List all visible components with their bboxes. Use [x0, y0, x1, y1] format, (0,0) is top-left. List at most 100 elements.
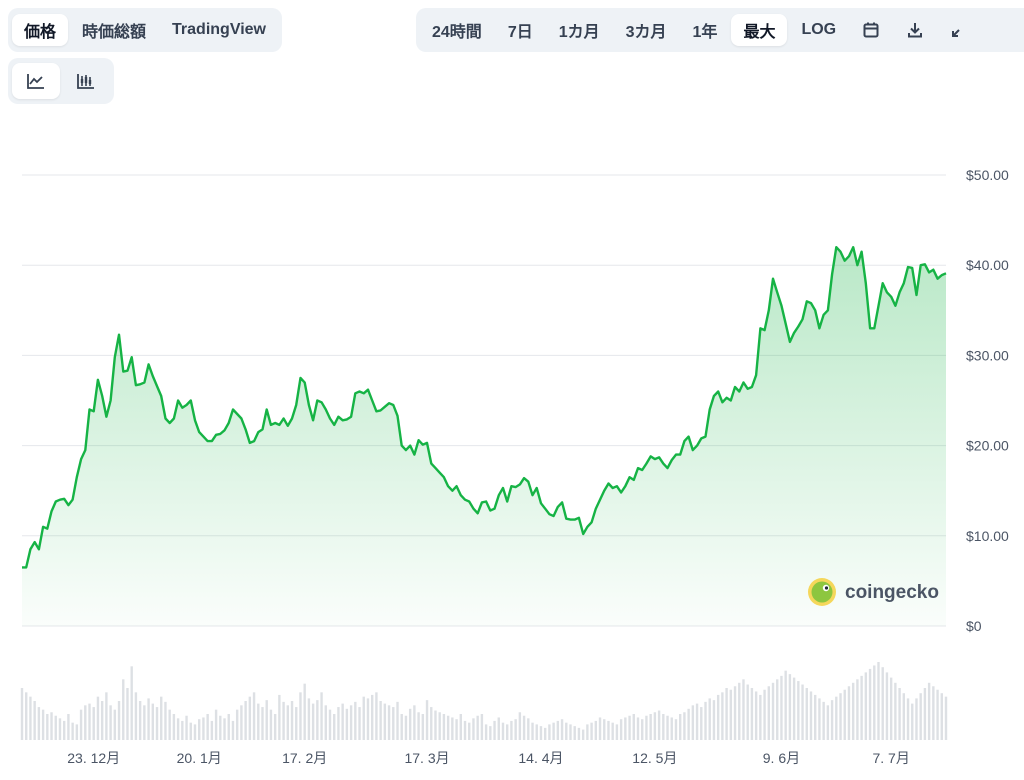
volume-bar: [88, 703, 91, 740]
volume-bar: [71, 722, 74, 740]
range-1m-button[interactable]: 1カ月: [547, 14, 612, 46]
y-tick-label: $10.00: [966, 528, 1009, 544]
range-7d-button[interactable]: 7日: [496, 14, 545, 46]
volume-bar: [877, 662, 880, 740]
volume-bar: [763, 689, 766, 740]
log-scale-button[interactable]: LOG: [789, 14, 848, 46]
volume-bar: [771, 682, 775, 740]
volume-bar: [273, 714, 277, 740]
volume-bar: [733, 686, 737, 740]
volume-bar: [484, 724, 488, 740]
tab-market-cap[interactable]: 時価総額: [70, 14, 158, 46]
volume-bar: [147, 698, 150, 740]
volume-bar: [446, 715, 450, 740]
y-tick-label: $0: [966, 618, 982, 634]
volume-bar: [459, 714, 462, 740]
volume-bar: [261, 707, 264, 740]
volume-bar: [531, 722, 534, 740]
volume-bar: [155, 707, 159, 740]
volume-bar: [898, 688, 901, 740]
volume-bar: [413, 705, 416, 740]
volume-bar: [37, 707, 41, 740]
volume-bar: [105, 692, 108, 740]
range-3m-button[interactable]: 3カ月: [614, 14, 679, 46]
price-chart: $50.00 $40.00 $30.00 $20.00 $10.00 $0 23. 12月…: [20, 167, 1009, 766]
volume-bar: [767, 686, 770, 740]
volume-bar: [889, 677, 893, 740]
volume-bar: [809, 691, 813, 740]
volume-bar: [868, 668, 872, 740]
volume-bar: [565, 722, 568, 740]
volume-bar: [387, 705, 391, 740]
volume-bar: [151, 703, 154, 740]
volume-bar: [375, 692, 378, 740]
volume-bar: [708, 698, 711, 740]
volume-bar: [442, 714, 446, 740]
volume-bar: [632, 714, 635, 740]
volume-bar: [269, 709, 273, 740]
volume-bar: [33, 701, 36, 740]
expand-button[interactable]: [938, 14, 980, 46]
volume-bar: [295, 707, 298, 740]
volume-bar: [328, 709, 332, 740]
coingecko-logo: [808, 578, 836, 606]
range-24h-button[interactable]: 24時間: [420, 14, 494, 46]
volume-bar: [130, 666, 133, 740]
volume-bar: [468, 722, 471, 740]
volume-bar: [725, 688, 728, 740]
range-max-button[interactable]: 最大: [731, 14, 788, 46]
y-axis: $50.00 $40.00 $30.00 $20.00 $10.00 $0: [966, 167, 1009, 634]
calendar-button[interactable]: [850, 14, 892, 46]
volume-bar: [113, 709, 117, 740]
volume-bar: [932, 686, 935, 740]
volume-bar: [911, 703, 914, 740]
volume-bar: [543, 727, 547, 740]
candlestick-chart-button[interactable]: [62, 63, 110, 99]
volume-bar: [822, 701, 825, 740]
volume-bar: [290, 701, 294, 740]
volume-bar: [282, 701, 285, 740]
volume-bar: [801, 684, 804, 740]
volume-bar: [776, 679, 779, 740]
volume-bar: [316, 700, 319, 740]
volume-bar: [885, 672, 889, 740]
volume-bar: [92, 707, 95, 740]
volume-bar: [738, 682, 741, 740]
volume-bar: [657, 710, 661, 740]
volume-bar: [185, 715, 188, 740]
volume-bar: [257, 703, 260, 740]
volume-bar: [324, 705, 327, 740]
volume-bar: [265, 700, 268, 740]
tab-tradingview[interactable]: TradingView: [160, 14, 278, 46]
volume-bar: [396, 701, 399, 740]
chart-type-toggle: [8, 58, 114, 104]
tab-price[interactable]: 価格: [12, 14, 69, 46]
volume-bar: [235, 709, 239, 740]
volume-bar: [408, 708, 412, 740]
volume-bar: [168, 709, 171, 740]
volume-bar: [590, 722, 593, 740]
volume-bar: [122, 679, 125, 740]
volume-bar: [366, 698, 370, 740]
volume-bar: [383, 703, 387, 740]
volume-bar: [624, 717, 627, 740]
volume-bar: [919, 693, 922, 740]
volume-bar: [527, 718, 530, 740]
x-axis: 23. 12月 20. 1月 17. 2月 17. 3月 14. 4月 12. 5月 9. …: [67, 750, 910, 766]
volume-bar: [712, 700, 716, 740]
volume-bar: [678, 714, 682, 740]
volume-bar: [894, 682, 897, 740]
download-button[interactable]: [894, 14, 936, 46]
volume-bar: [556, 720, 560, 740]
volume-bar: [839, 693, 842, 740]
volume-bar: [493, 720, 496, 740]
volume-bar: [345, 708, 349, 740]
line-chart-button[interactable]: [12, 63, 60, 99]
y-tick-label: $50.00: [966, 167, 1009, 183]
range-1y-button[interactable]: 1年: [681, 14, 730, 46]
volume-bar: [202, 717, 205, 740]
volume-bar: [864, 672, 868, 740]
volume-bar: [497, 717, 500, 740]
volume-bar: [856, 679, 859, 740]
volume-bar: [788, 674, 792, 740]
